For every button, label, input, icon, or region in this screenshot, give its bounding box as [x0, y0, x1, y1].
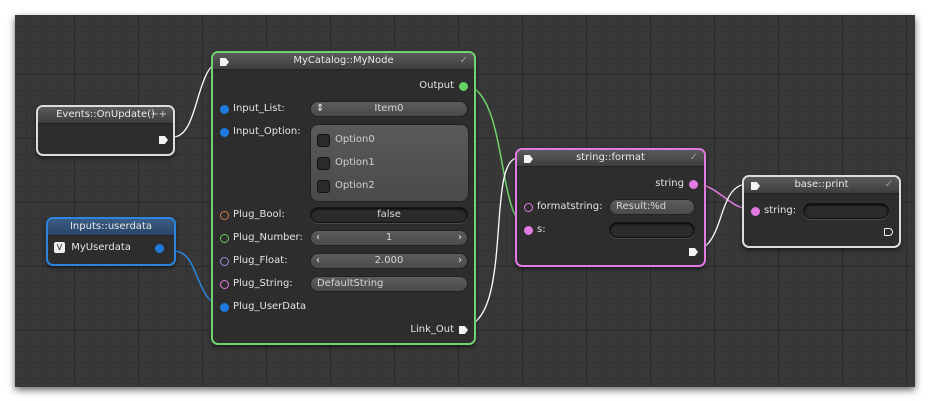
- events-node-title: Events::OnUpdate(): [56, 109, 155, 120]
- option0-checkbox[interactable]: [317, 134, 330, 147]
- option2-checkbox[interactable]: [317, 180, 330, 193]
- chevron-right-icon[interactable]: ›: [458, 254, 462, 268]
- format-string-output-pin[interactable]: [689, 180, 698, 189]
- chevron-left-icon[interactable]: ‹: [316, 254, 320, 268]
- print-string-label: string:: [764, 205, 797, 216]
- events-node-header[interactable]: Events::OnUpdate() −+: [38, 107, 173, 124]
- userdata-output-row: V MyUserdata: [54, 242, 131, 253]
- updown-arrows-icon: ⇕: [316, 103, 325, 114]
- plug-float-label: Plug_Float:: [233, 255, 288, 266]
- check-icon: ✓: [459, 55, 468, 66]
- input-option-pin[interactable]: [220, 128, 229, 137]
- option0-label: Option0: [335, 134, 375, 145]
- formatstring-pin[interactable]: [524, 203, 533, 212]
- s-input-pin[interactable]: [524, 226, 533, 235]
- input-list-pin[interactable]: [220, 105, 229, 114]
- userdata-node-title: Inputs::userdata: [69, 221, 152, 232]
- plug-bool-field[interactable]: false: [310, 207, 468, 223]
- option1-checkbox[interactable]: [317, 157, 330, 170]
- input-list-label: Input_List:: [233, 103, 285, 114]
- plug-bool-pin[interactable]: [220, 211, 229, 220]
- userdata-output-pin[interactable]: [155, 244, 164, 253]
- plug-string-pin[interactable]: [220, 280, 229, 289]
- formatstring-value: Result:%d: [616, 201, 667, 212]
- plug-float-stepper[interactable]: ‹ 2.000 ›: [310, 253, 468, 269]
- plug-bool-value: false: [377, 209, 401, 220]
- check-icon: ✓: [689, 152, 698, 163]
- userdata-output-label: MyUserdata: [71, 242, 131, 253]
- option2-label: Option2: [335, 180, 375, 191]
- print-string-field[interactable]: [803, 203, 889, 219]
- input-option-label: Input_Option:: [233, 126, 301, 137]
- link-out-exec-pin[interactable]: [459, 326, 468, 334]
- format-string-output-label: string: [655, 178, 684, 189]
- input-list-dropdown[interactable]: ⇕ Item0: [310, 101, 468, 117]
- print-exec-out-pin[interactable]: [884, 228, 893, 236]
- node-graph-canvas[interactable]: Events::OnUpdate() −+ Inputs::userdata V…: [15, 15, 915, 387]
- plug-bool-label: Plug_Bool:: [233, 209, 285, 220]
- events-onupdate-node[interactable]: Events::OnUpdate() −+: [36, 105, 175, 156]
- plug-string-label: Plug_String:: [233, 278, 293, 289]
- expand-collapse-icon[interactable]: −+: [150, 107, 167, 123]
- plug-string-input[interactable]: DefaultString: [310, 276, 468, 292]
- plug-float-pin[interactable]: [220, 257, 229, 266]
- s-input-label: s:: [537, 224, 546, 235]
- mynode-title: MyCatalog::MyNode: [293, 55, 394, 66]
- option1-label: Option1: [335, 157, 375, 168]
- format-node-header[interactable]: string::format ✓: [517, 150, 704, 167]
- variable-icon: V: [54, 242, 65, 253]
- print-string-pin[interactable]: [751, 207, 760, 216]
- format-exec-out-pin[interactable]: [689, 248, 698, 256]
- base-print-node[interactable]: base::print ✓ string:: [742, 175, 901, 248]
- string-format-node[interactable]: string::format ✓ string formatstring: Re…: [515, 148, 706, 267]
- chevron-right-icon[interactable]: ›: [458, 231, 462, 245]
- link-out-label: Link_Out: [410, 324, 454, 335]
- input-list-value: Item0: [374, 103, 404, 114]
- plug-float-value: 2.000: [374, 255, 404, 266]
- mynode-output-label: Output: [419, 80, 454, 91]
- events-exec-out-pin[interactable]: [159, 136, 168, 144]
- inputs-userdata-node[interactable]: Inputs::userdata V MyUserdata: [46, 217, 176, 266]
- print-node-header[interactable]: base::print ✓: [744, 177, 899, 194]
- print-node-title: base::print: [794, 179, 849, 190]
- plug-string-value: DefaultString: [317, 278, 384, 289]
- s-input-field[interactable]: [609, 222, 695, 238]
- formatstring-label: formatstring:: [537, 201, 603, 212]
- formatstring-input[interactable]: Result:%d: [609, 199, 695, 215]
- mynode-header[interactable]: MyCatalog::MyNode ✓: [213, 53, 474, 70]
- plug-userdata-pin[interactable]: [220, 303, 229, 312]
- userdata-node-header[interactable]: Inputs::userdata: [48, 219, 174, 236]
- plug-userdata-label: Plug_UserData: [233, 301, 307, 312]
- mycatalog-mynode-node[interactable]: MyCatalog::MyNode ✓ Output Input_List: ⇕…: [211, 51, 476, 345]
- mynode-output-pin[interactable]: [459, 82, 468, 91]
- format-node-title: string::format: [576, 152, 645, 163]
- plug-number-value: 1: [385, 232, 393, 243]
- plug-number-pin[interactable]: [220, 234, 229, 243]
- check-icon: ✓: [884, 179, 893, 190]
- plug-number-stepper[interactable]: ‹ 1 ›: [310, 230, 468, 246]
- input-option-group: Option0 Option1 Option2: [310, 124, 469, 202]
- plug-number-label: Plug_Number:: [233, 232, 303, 243]
- chevron-left-icon[interactable]: ‹: [316, 231, 320, 245]
